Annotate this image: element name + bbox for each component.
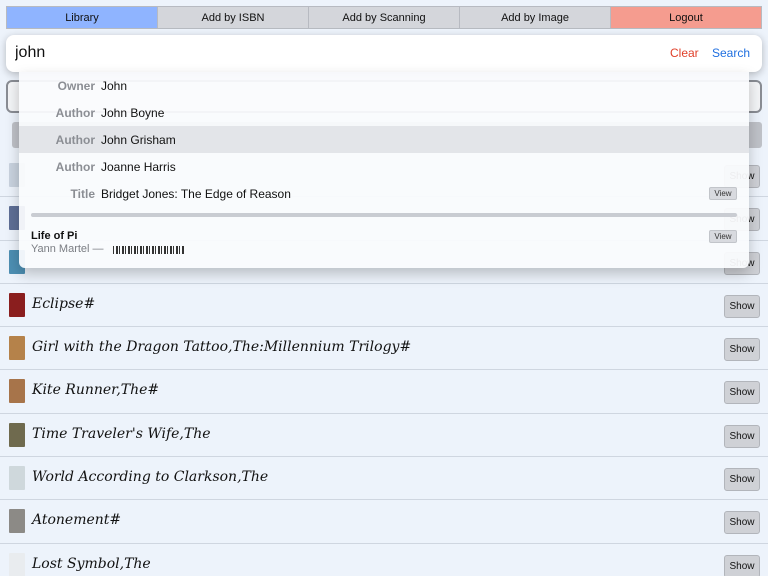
show-button[interactable]: Show [724,468,760,492]
suggestion-value: John Grisham [101,133,176,147]
book-title: Lost Symbol,The [32,555,151,572]
book-row: World According to Clarkson,The Show [0,457,768,501]
book-row: Time Traveler's Wife,The Show [0,414,768,458]
book-row: Eclipse# Show [0,284,768,328]
book-title: Girl with the Dragon Tattoo,The:Millenni… [32,339,412,356]
book-title: Time Traveler's Wife,The [32,425,211,442]
book-cover [9,336,25,361]
show-button[interactable]: Show [724,338,760,362]
book-row: Girl with the Dragon Tattoo,The:Millenni… [0,327,768,371]
search-bar: Clear Search [6,35,762,72]
search-button[interactable]: Search [712,46,750,60]
suggestion-item[interactable]: Title Bridget Jones: The Edge of Reason … [19,180,749,207]
tab-add-by-image[interactable]: Add by Image [460,6,611,29]
top-nav: Library Add by ISBN Add by Scanning Add … [6,6,762,29]
suggestion-item[interactable]: Owner John [19,72,749,99]
clear-button[interactable]: Clear [670,46,699,60]
suggestion-value: Joanne Harris [101,160,176,174]
book-cover [9,292,25,317]
barcode-icon [113,246,185,254]
suggestion-value: Bridget Jones: The Edge of Reason [101,187,291,201]
divider [31,213,737,217]
book-row: Kite Runner,The# Show [0,370,768,414]
tab-add-by-scanning[interactable]: Add by Scanning [309,6,460,29]
show-button[interactable]: Show [724,424,760,448]
show-button[interactable]: Show [724,294,760,318]
book-title: Atonement# [32,512,122,529]
book-cover [9,552,25,576]
book-cover [9,379,25,404]
suggestion-value: John Boyne [101,106,165,120]
suggestion-item[interactable]: Author Joanne Harris [19,153,749,180]
view-button[interactable]: View [709,230,737,243]
book-cover [9,422,25,447]
book-row: Lost Symbol,The Show [0,544,768,576]
search-input[interactable] [15,43,615,63]
book-title: World According to Clarkson,The [32,469,269,486]
show-button[interactable]: Show [724,554,760,576]
result-title: Life of Pi [31,230,78,242]
suggestion-type: Title [70,187,95,201]
book-row: Atonement# Show [0,500,768,544]
suggestion-type: Owner [57,79,95,93]
tab-library[interactable]: Library [6,6,158,29]
result-author: Yann Martel — [31,243,104,255]
suggestion-value: John [101,79,128,93]
book-cover [9,466,25,491]
show-button[interactable]: Show [724,381,760,405]
tab-logout[interactable]: Logout [611,6,762,29]
suggestion-item[interactable]: Author John Grisham [19,126,749,153]
tab-add-by-isbn[interactable]: Add by ISBN [158,6,309,29]
suggestion-item[interactable]: Author John Boyne [19,99,749,126]
suggestion-type: Author [55,133,95,147]
view-button[interactable]: View [709,187,737,200]
search-suggestions: Owner John Author John Boyne Author John… [19,72,749,268]
suggestion-type: Author [55,160,95,174]
suggestion-type: Author [55,106,95,120]
book-title: Eclipse# [32,295,96,312]
book-cover [9,509,25,534]
show-button[interactable]: Show [724,511,760,535]
book-title: Kite Runner,The# [32,382,160,399]
